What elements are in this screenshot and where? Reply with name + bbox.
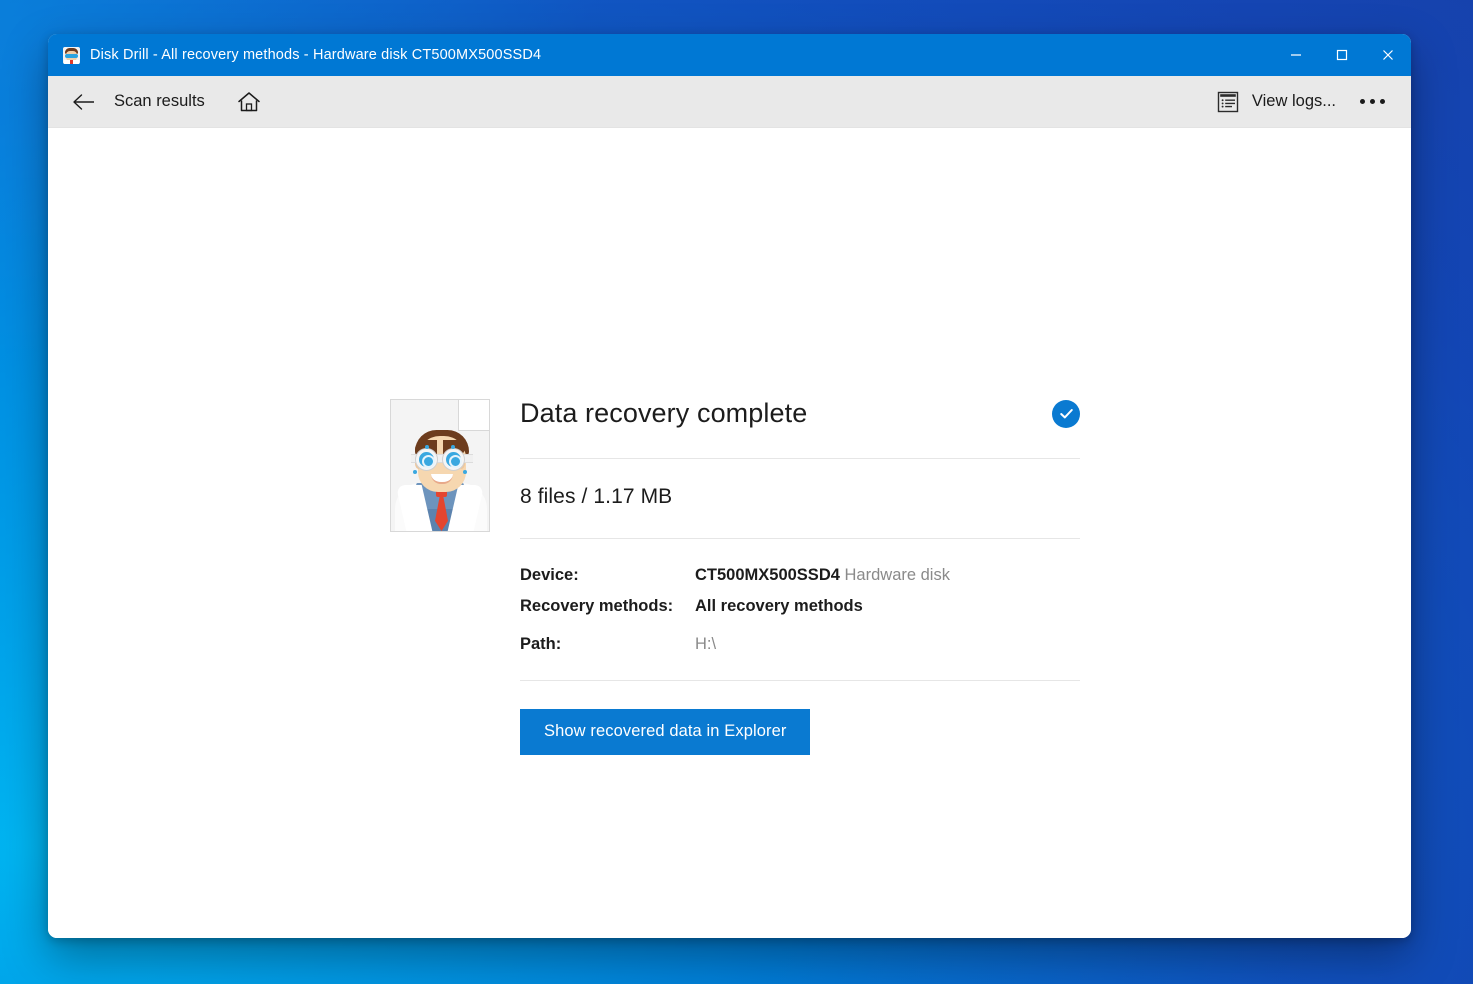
detail-value: CT500MX500SSD4 Hardware disk bbox=[695, 560, 950, 591]
recovery-info: Data recovery complete 8 files / 1.17 MB… bbox=[520, 398, 1080, 755]
detail-label: Device: bbox=[520, 565, 579, 584]
recovered-file-avatar-illustration bbox=[390, 399, 490, 532]
checkmark-glyph bbox=[1059, 409, 1073, 419]
maximize-button[interactable] bbox=[1319, 34, 1365, 76]
detail-value-path[interactable]: H:\ bbox=[695, 629, 716, 660]
back-label[interactable]: Scan results bbox=[114, 92, 205, 111]
home-icon bbox=[238, 91, 260, 111]
main-content: Data recovery complete 8 files / 1.17 MB… bbox=[48, 128, 1411, 938]
log-list-icon bbox=[1217, 91, 1239, 112]
more-ellipsis-icon bbox=[1369, 99, 1375, 104]
device-type: Hardware disk bbox=[844, 565, 950, 584]
disk-drill-window: Disk Drill - All recovery methods - Hard… bbox=[48, 34, 1411, 938]
home-button[interactable] bbox=[227, 82, 271, 122]
titlebar-left: Disk Drill - All recovery methods - Hard… bbox=[48, 34, 541, 76]
more-ellipsis-icon bbox=[1359, 99, 1365, 104]
more-ellipsis-icon bbox=[1379, 99, 1385, 104]
minimize-icon bbox=[1291, 54, 1301, 56]
window-controls bbox=[1273, 34, 1411, 76]
detail-value: All recovery methods bbox=[695, 596, 863, 615]
disk-drill-avatar-icon bbox=[63, 46, 80, 64]
detail-row-device: Device: CT500MX500SSD4 Hardware disk bbox=[520, 560, 1080, 591]
show-recovered-data-button[interactable]: Show recovered data in Explorer bbox=[520, 708, 811, 755]
detail-row-path: Path: H:\ bbox=[520, 629, 1080, 660]
actions-row: Show recovered data in Explorer bbox=[520, 681, 1080, 755]
toolbar-left: Scan results bbox=[48, 76, 271, 127]
close-button[interactable] bbox=[1365, 34, 1411, 76]
page-fold-corner-icon bbox=[458, 400, 489, 431]
check-circle-icon bbox=[1052, 399, 1080, 428]
recovery-header: Data recovery complete bbox=[520, 398, 1080, 458]
detail-label: Recovery methods: bbox=[520, 596, 674, 615]
desktop-background: Disk Drill - All recovery methods - Hard… bbox=[0, 0, 1473, 984]
more-options-button[interactable] bbox=[1349, 82, 1395, 122]
page-title: Data recovery complete bbox=[520, 398, 808, 428]
detail-row-recovery-methods: Recovery methods: All recovery methods bbox=[520, 591, 1080, 622]
recovery-summary-panel: Data recovery complete 8 files / 1.17 MB… bbox=[390, 398, 1080, 755]
files-summary: 8 files / 1.17 MB bbox=[520, 484, 673, 508]
minimize-button[interactable] bbox=[1273, 34, 1319, 76]
window-titlebar[interactable]: Disk Drill - All recovery methods - Hard… bbox=[48, 34, 1411, 76]
back-button[interactable] bbox=[62, 82, 106, 122]
window-title: Disk Drill - All recovery methods - Hard… bbox=[90, 47, 542, 63]
device-name: CT500MX500SSD4 bbox=[695, 565, 840, 584]
app-toolbar: Scan results View logs... bbox=[48, 76, 1411, 128]
toolbar-right: View logs... bbox=[1208, 76, 1395, 127]
details-table: Device: CT500MX500SSD4 Hardware disk Rec… bbox=[520, 539, 1080, 680]
maximize-icon bbox=[1336, 49, 1348, 61]
back-arrow-icon bbox=[73, 93, 94, 110]
detail-label: Path: bbox=[520, 634, 562, 653]
view-logs-label: View logs... bbox=[1251, 92, 1336, 110]
close-icon bbox=[1383, 50, 1393, 60]
view-logs-button[interactable]: View logs... bbox=[1208, 84, 1345, 120]
